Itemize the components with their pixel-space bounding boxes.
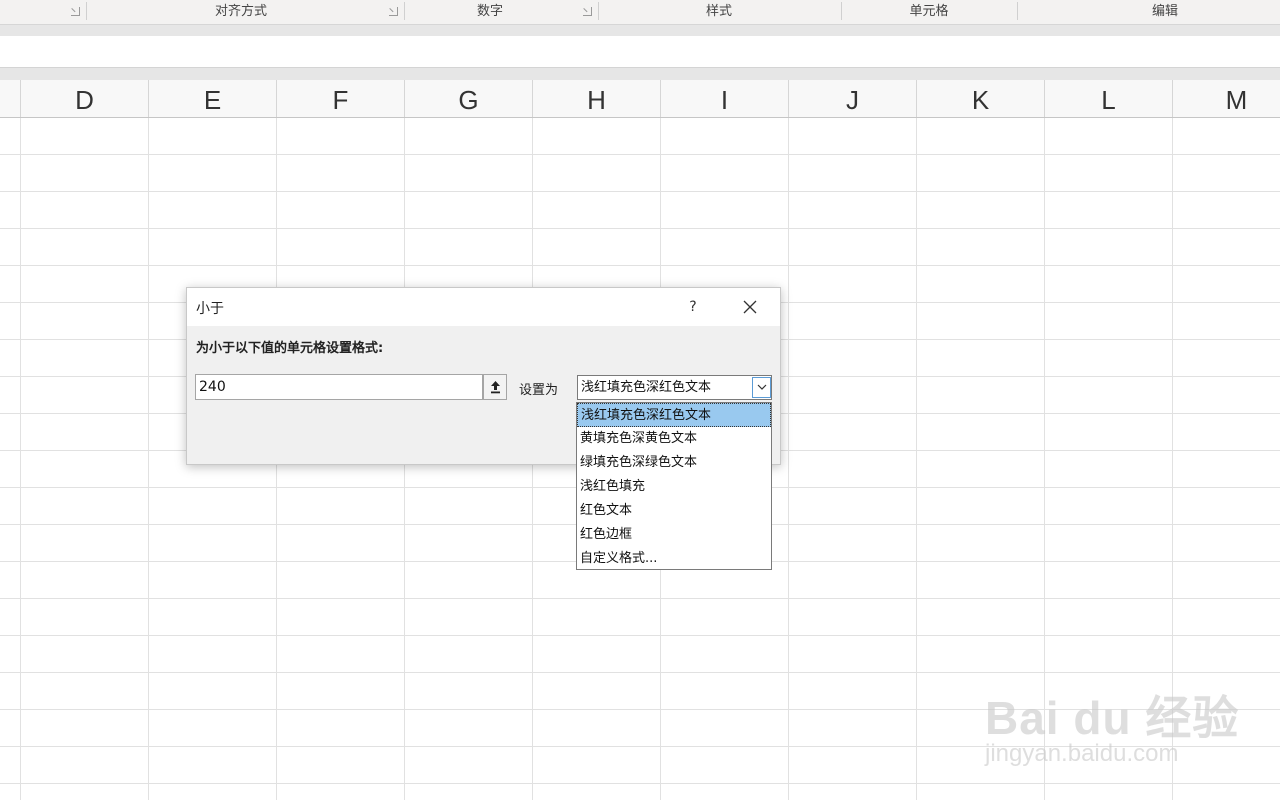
help-button[interactable]: ? <box>675 296 711 318</box>
upload-arrow-icon <box>491 381 500 394</box>
dropdown-option-red-border[interactable]: 红色边框 <box>577 523 771 547</box>
grid-column-line <box>148 118 149 800</box>
dialog-prompt: 为小于以下值的单元格设置格式: <box>196 341 384 356</box>
grid-row-line <box>0 191 1280 192</box>
column-header-partial[interactable] <box>0 80 21 117</box>
column-header-i[interactable]: I <box>661 80 789 117</box>
ribbon-gap <box>0 25 1280 36</box>
ribbon-group-bar: 对齐方式 数字 样式 单元格 编辑 <box>0 0 1280 25</box>
value-input[interactable]: 240 <box>195 374 483 400</box>
alignment-launcher-icon[interactable] <box>389 7 398 16</box>
grid-column-line <box>20 118 21 800</box>
dropdown-option-green-fill-dark-green-text[interactable]: 绿填充色深绿色文本 <box>577 451 771 475</box>
format-select[interactable]: 浅红填充色深红色文本 <box>577 375 772 400</box>
format-select-value: 浅红填充色深红色文本 <box>581 380 712 395</box>
dropdown-option-light-red-fill[interactable]: 浅红色填充 <box>577 475 771 499</box>
column-header-j[interactable]: J <box>789 80 917 117</box>
grid-row-line <box>0 154 1280 155</box>
grid-row-line <box>0 265 1280 266</box>
baidu-watermark: Bai du 经验 jingyan.baidu.com <box>985 660 1245 770</box>
grid-row-line <box>0 635 1280 636</box>
dropdown-button[interactable] <box>752 377 771 398</box>
column-headers: D E F G H I J K L M <box>0 80 1280 118</box>
close-button[interactable] <box>732 293 768 321</box>
grid-column-line <box>788 118 789 800</box>
chevron-down-icon <box>757 384 767 390</box>
grid-column-line <box>916 118 917 800</box>
ribbon-group-alignment: 对齐方式 <box>214 4 267 19</box>
number-launcher-icon[interactable] <box>583 7 592 16</box>
grid-row-line <box>0 783 1280 784</box>
formula-bar[interactable] <box>0 36 1280 68</box>
set-as-label: 设置为 <box>519 383 559 398</box>
column-header-h[interactable]: H <box>533 80 661 117</box>
dropdown-option-light-red-fill-dark-red-text[interactable]: 浅红填充色深红色文本 <box>577 403 771 427</box>
ribbon-group-editing: 编辑 <box>1151 4 1178 19</box>
column-header-e[interactable]: E <box>149 80 277 117</box>
grid-row-line <box>0 228 1280 229</box>
column-header-d[interactable]: D <box>21 80 149 117</box>
format-dropdown-list: 浅红填充色深红色文本 黄填充色深黄色文本 绿填充色深绿色文本 浅红色填充 红色文… <box>576 402 772 570</box>
dialog-launcher-icon[interactable] <box>71 7 80 16</box>
watermark-logo-text: Bai du 经验 <box>985 692 1240 744</box>
close-icon <box>743 300 757 314</box>
dialog-title-bar[interactable]: 小于 ? <box>187 288 780 326</box>
column-header-g[interactable]: G <box>405 80 533 117</box>
collapse-dialog-button[interactable] <box>483 374 507 400</box>
dialog-title: 小于 <box>196 301 224 317</box>
dropdown-option-custom-format[interactable]: 自定义格式... <box>577 547 771 571</box>
column-header-m[interactable]: M <box>1173 80 1280 117</box>
ribbon-group-styles: 样式 <box>705 4 732 19</box>
watermark-url: jingyan.baidu.com <box>985 740 1179 767</box>
dropdown-option-red-text[interactable]: 红色文本 <box>577 499 771 523</box>
ribbon-group-number: 数字 <box>476 4 503 19</box>
column-header-k[interactable]: K <box>917 80 1045 117</box>
grid-row-line <box>0 598 1280 599</box>
header-gap <box>0 68 1280 80</box>
ribbon-group-cells: 单元格 <box>909 4 949 19</box>
dropdown-option-yellow-fill-dark-yellow-text[interactable]: 黄填充色深黄色文本 <box>577 427 771 451</box>
column-header-f[interactable]: F <box>277 80 405 117</box>
column-header-l[interactable]: L <box>1045 80 1173 117</box>
